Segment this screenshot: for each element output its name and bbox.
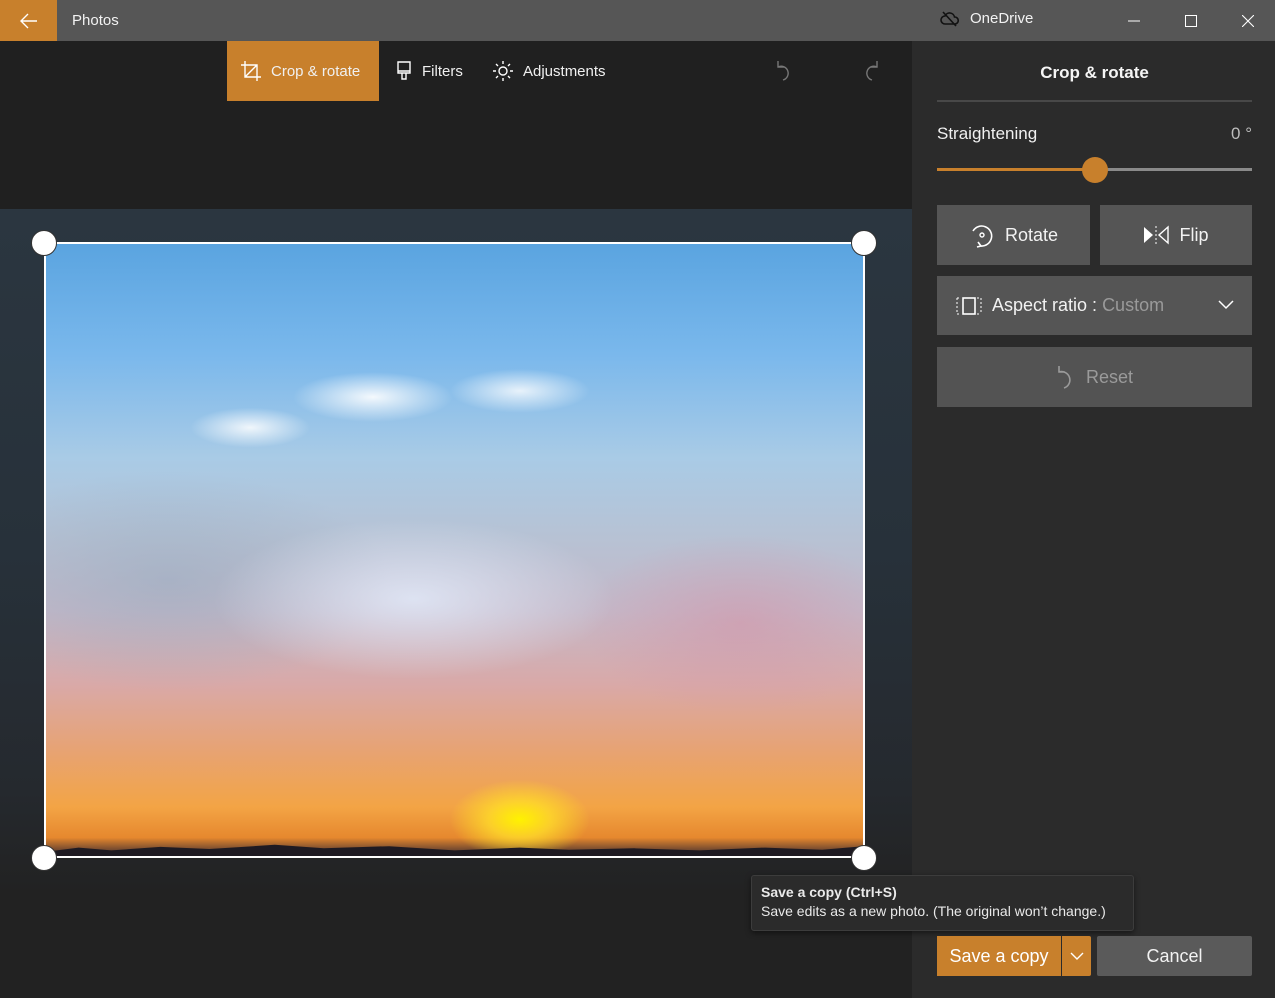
save-options-button[interactable] — [1062, 936, 1091, 976]
maximize-button[interactable] — [1162, 0, 1219, 41]
tab-adjustments[interactable]: Adjustments — [493, 41, 606, 101]
straightening-label: Straightening — [937, 124, 1038, 143]
straightening-value: 0 ° — [1231, 124, 1252, 143]
minimize-button[interactable] — [1105, 0, 1162, 41]
tooltip-title: Save a copy (Ctrl+S) — [761, 884, 897, 900]
chevron-down-icon — [1070, 952, 1083, 960]
tab-label: Filters — [422, 62, 463, 80]
crop-rotate-panel: Crop & rotate Straightening 0 ° Rotate F… — [912, 41, 1275, 998]
reset-button[interactable]: Reset — [937, 347, 1252, 407]
crop-handle-bottom-right[interactable] — [851, 845, 877, 871]
crop-icon — [241, 61, 261, 81]
aspect-ratio-dropdown[interactable]: Aspect ratio : Custom — [937, 276, 1252, 335]
aspect-ratio-value: Custom — [1102, 295, 1165, 315]
chevron-down-icon — [1218, 300, 1234, 310]
redo-button[interactable] — [852, 53, 888, 89]
save-copy-button[interactable]: Save a copy — [937, 936, 1061, 976]
close-button[interactable] — [1219, 0, 1275, 41]
panel-divider — [937, 100, 1252, 102]
tab-filters[interactable]: Filters — [396, 41, 463, 101]
aspect-ratio-label: Aspect ratio : Custom — [992, 295, 1165, 315]
save-tooltip: Save a copy (Ctrl+S) Save edits as a new… — [751, 875, 1134, 931]
tab-crop-rotate[interactable]: Crop & rotate — [227, 41, 379, 101]
onedrive-button[interactable]: OneDrive — [940, 10, 1033, 27]
minimize-icon — [1127, 20, 1140, 21]
flip-label: Flip — [1179, 224, 1209, 245]
maximize-icon — [1184, 14, 1197, 27]
undo-button[interactable] — [767, 53, 803, 89]
flip-icon — [1144, 225, 1170, 245]
slider-fill — [937, 168, 1095, 171]
cloud-offline-icon — [940, 10, 960, 27]
tab-label: Adjustments — [523, 62, 606, 80]
undo-icon — [777, 61, 789, 81]
edit-toolbar: Crop & rotate Filters Adjustments — [0, 41, 912, 209]
straightening-slider[interactable] — [937, 157, 1252, 183]
panel-title: Crop & rotate — [1040, 63, 1149, 82]
redo-icon — [866, 61, 878, 81]
onedrive-label: OneDrive — [970, 10, 1034, 27]
crop-handle-bottom-left[interactable] — [31, 845, 57, 871]
app-title: Photos — [72, 12, 119, 29]
flip-button[interactable]: Flip — [1100, 205, 1252, 265]
crop-handle-top-right[interactable] — [851, 230, 877, 256]
tooltip-description: Save edits as a new photo. (The original… — [761, 903, 1106, 919]
arrow-left-icon — [19, 13, 37, 28]
brightness-icon — [493, 61, 513, 81]
slider-thumb[interactable] — [1081, 157, 1108, 183]
horizon-silhouette — [46, 844, 863, 856]
close-icon — [1241, 14, 1254, 27]
brush-icon — [397, 61, 411, 80]
rotate-label: Rotate — [1004, 224, 1059, 245]
reset-label: Reset — [1085, 366, 1134, 387]
crop-handle-top-left[interactable] — [31, 230, 57, 256]
rotate-button[interactable]: Rotate — [937, 205, 1090, 265]
tab-label: Crop & rotate — [271, 62, 361, 80]
aspect-ratio-icon — [956, 296, 982, 315]
back-button[interactable] — [0, 0, 57, 41]
photo-crop-area[interactable] — [44, 242, 865, 858]
title-bar: Photos OneDrive — [0, 0, 1275, 41]
reset-icon — [1058, 366, 1071, 389]
photo-canvas — [0, 209, 912, 894]
cancel-button[interactable]: Cancel — [1097, 936, 1252, 976]
rotate-icon — [972, 225, 993, 248]
